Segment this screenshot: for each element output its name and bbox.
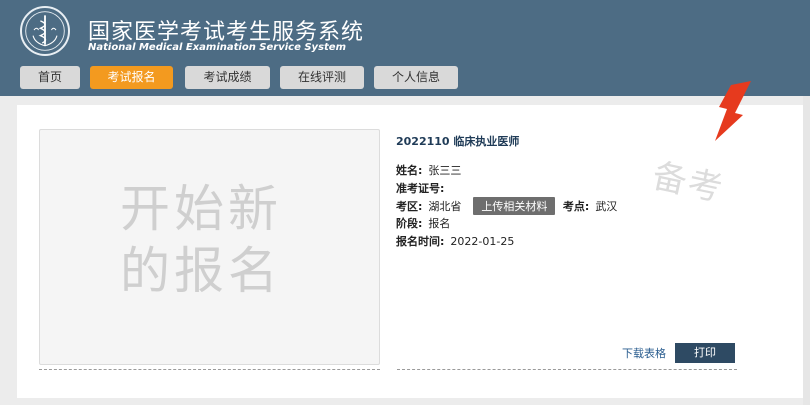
site-subtitle: National Medical Examination Service Sys… xyxy=(88,42,347,53)
tab-home[interactable]: 首页 xyxy=(20,66,80,89)
download-form-link[interactable]: 下载表格 xyxy=(622,345,666,361)
registration-card: 开始新的报名 2022110 临床执业医师 姓名: 张三三 准考证号: 考区: 湖北… xyxy=(17,81,803,398)
ticket-label: 准考证号: xyxy=(396,182,445,195)
medical-caduceus-icon xyxy=(20,6,70,56)
region-row: 考区: 湖北省 上传相关材料 考点: 武汉 xyxy=(396,197,617,215)
divider-left xyxy=(39,369,380,370)
name-value: 张三三 xyxy=(428,164,462,177)
ticket-row: 准考证号: xyxy=(396,180,450,196)
name-row: 姓名: 张三三 xyxy=(396,162,461,178)
print-button[interactable]: 打印 xyxy=(675,343,735,363)
tab-personal-info[interactable]: 个人信息 xyxy=(374,66,458,89)
region-value: 湖北省 xyxy=(428,200,462,213)
site-value: 武汉 xyxy=(595,200,618,213)
upload-materials-button[interactable]: 上传相关材料 xyxy=(473,197,556,215)
red-arrow-icon xyxy=(715,81,751,141)
exam-title: 2022110 临床执业医师 xyxy=(396,135,520,148)
stage-value: 报名 xyxy=(428,217,451,230)
stage-label: 阶段: xyxy=(396,217,423,230)
time-label: 报名时间: xyxy=(396,235,445,248)
site-header: 国家医学考试考生服务系统 National Medical Examinatio… xyxy=(0,0,810,96)
name-label: 姓名: xyxy=(396,164,423,177)
scroll-edge xyxy=(803,96,810,405)
tab-exam-scores[interactable]: 考试成绩 xyxy=(185,66,270,89)
time-row: 报名时间: 2022-01-25 xyxy=(396,233,514,249)
stage-row: 阶段: 报名 xyxy=(396,215,450,231)
region-label: 考区: xyxy=(396,200,423,213)
start-new-registration-button[interactable]: 开始新的报名 xyxy=(39,129,380,365)
start-new-registration-label: 开始新的报名 xyxy=(120,180,282,300)
time-value: 2022-01-25 xyxy=(450,235,515,248)
divider-right xyxy=(397,369,737,370)
tab-exam-registration[interactable]: 考试报名 xyxy=(90,66,173,89)
site-label: 考点: xyxy=(562,200,590,213)
stamp-watermark: 备考 xyxy=(648,155,728,210)
tab-online-assessment[interactable]: 在线评测 xyxy=(280,66,364,89)
